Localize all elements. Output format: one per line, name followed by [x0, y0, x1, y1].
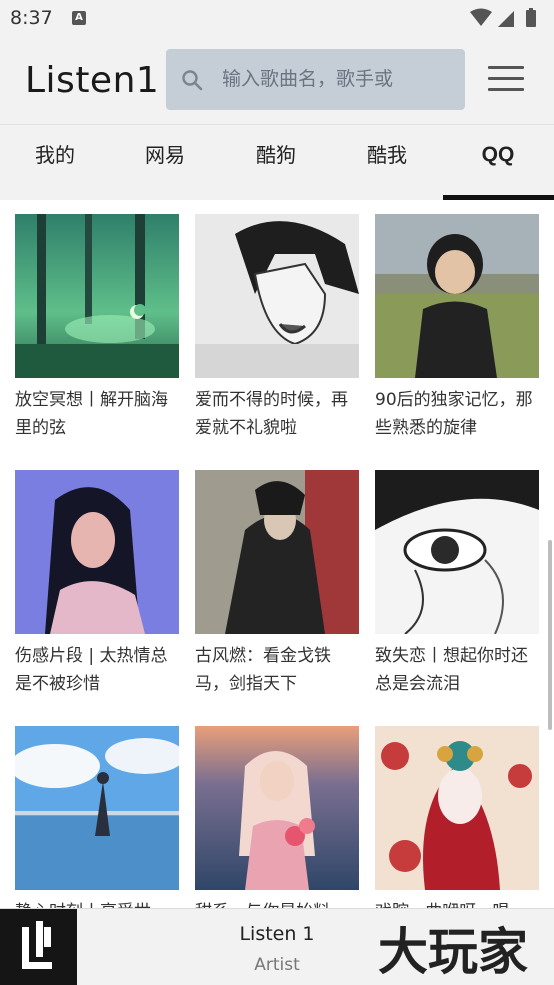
signal-icon: [498, 11, 514, 27]
app-header: Listen1: [0, 36, 554, 124]
playlist-card[interactable]: 爱而不得的时候，再爱就不礼貌啦: [195, 214, 359, 442]
playlist-card[interactable]: 古风燃：看金戈铁马，剑指天下: [195, 470, 359, 698]
tab-netease[interactable]: 网易: [110, 125, 220, 201]
playlist-cover: [15, 214, 179, 378]
playlist-cover: [375, 726, 539, 890]
playlist-cover: [375, 214, 539, 378]
search-icon: [182, 70, 203, 91]
playlist-card[interactable]: 甜系 · 与你是始料: [195, 726, 359, 908]
search-box[interactable]: [166, 49, 465, 110]
playlist-cover: [15, 726, 179, 890]
playlist-card[interactable]: 放空冥想丨解开脑海里的弦: [15, 214, 179, 442]
playlist-card[interactable]: 90后的独家记忆，那些熟悉的旋律: [375, 214, 539, 442]
playlist-title: 致失恋丨想起你时还总是会流泪: [375, 646, 528, 694]
playlist-title: 甜系 · 与你是始料: [195, 898, 361, 908]
playlist-title: 爱而不得的时候，再爱就不礼貌啦: [195, 390, 348, 438]
playlist-card[interactable]: 静心时刻丨享受世: [15, 726, 179, 908]
playlist-cover: [15, 470, 179, 634]
tab-mine[interactable]: 我的: [0, 125, 110, 201]
playlist-cover: [195, 470, 359, 634]
tab-qq[interactable]: QQ: [443, 125, 553, 201]
tab-kugou[interactable]: 酷狗: [221, 125, 331, 201]
watermark-logo: 大玩家: [378, 923, 528, 979]
status-bar: 8:37 A: [0, 0, 554, 36]
playlist-title: 伤感片段 | 太热情总是不被珍惜: [15, 646, 168, 694]
playlist-title: 戏腔 · 曲咿呀 · 唱: [375, 898, 541, 908]
playlist-grid: 放空冥想丨解开脑海里的弦 爱而不得的时候，再爱就不礼貌啦 90后的独家记忆，那些…: [0, 200, 554, 908]
menu-icon[interactable]: [488, 66, 526, 94]
app-logo-icon: [0, 909, 77, 985]
status-time: 8:37: [10, 7, 53, 29]
playlist-title: 静心时刻丨享受世: [15, 898, 181, 908]
playlist-title: 90后的独家记忆，那些熟悉的旋律: [375, 390, 533, 438]
notification-icon: A: [72, 11, 86, 25]
watermark-text: 大玩家: [378, 923, 528, 979]
tab-kuwo[interactable]: 酷我: [332, 125, 442, 201]
battery-icon: [526, 10, 536, 27]
playlist-title: 古风燃：看金戈铁马，剑指天下: [195, 646, 331, 694]
player-song-title: Listen 1: [239, 923, 315, 945]
playlist-cover: [195, 214, 359, 378]
search-input[interactable]: [222, 63, 452, 95]
source-tabs: 我的 网易 酷狗 酷我 QQ: [0, 124, 554, 200]
playlist-cover: [195, 726, 359, 890]
playlist-card[interactable]: 戏腔 · 曲咿呀 · 唱: [375, 726, 539, 908]
scrollbar[interactable]: [548, 540, 552, 730]
player-artist: Artist: [254, 955, 300, 975]
wifi-icon: [470, 8, 492, 26]
status-icons: [470, 8, 536, 27]
playlist-card[interactable]: 伤感片段 | 太热情总是不被珍惜: [15, 470, 179, 698]
app-title: Listen1: [25, 60, 160, 101]
playlist-card[interactable]: 致失恋丨想起你时还总是会流泪: [375, 470, 539, 698]
playlist-cover: [375, 470, 539, 634]
playlist-title: 放空冥想丨解开脑海里的弦: [15, 390, 168, 438]
mini-player[interactable]: Listen 1 Artist 大玩家: [0, 908, 554, 985]
